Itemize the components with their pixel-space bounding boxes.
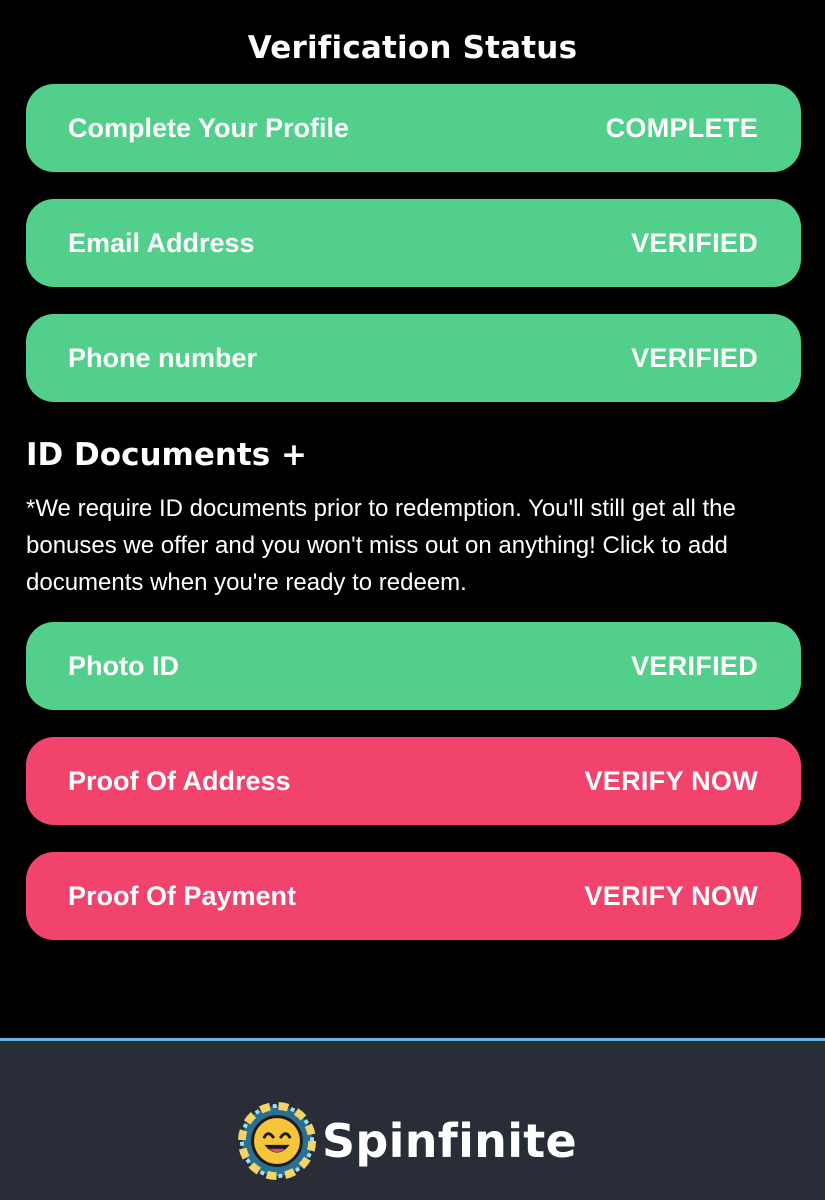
status-badge: VERIFIED	[631, 342, 758, 373]
proof-of-payment-row[interactable]: Proof Of Payment VERIFY NOW	[26, 852, 801, 940]
phone-number-row[interactable]: Phone number VERIFIED	[26, 314, 801, 402]
status-badge: VERIFIED	[631, 650, 758, 681]
proof-of-address-row[interactable]: Proof Of Address VERIFY NOW	[26, 737, 801, 825]
row-label: Complete Your Profile	[68, 112, 350, 143]
brand-name: Spinfinite	[322, 1114, 578, 1168]
row-label: Proof Of Payment	[68, 880, 297, 911]
brand-logo-link[interactable]: Spinfinite	[238, 1102, 578, 1180]
id-documents-heading[interactable]: ID Documents +	[26, 432, 307, 478]
footer: Spinfinite	[0, 1038, 825, 1200]
email-address-row[interactable]: Email Address VERIFIED	[26, 199, 801, 287]
status-badge: COMPLETE	[605, 112, 758, 143]
row-label: Phone number	[68, 342, 258, 373]
verify-now-button[interactable]: VERIFY NOW	[584, 766, 758, 797]
complete-profile-row[interactable]: Complete Your Profile COMPLETE	[26, 84, 801, 172]
spinfinite-chip-logo-icon	[238, 1102, 316, 1180]
id-documents-notice: *We require ID documents prior to redemp…	[26, 495, 736, 596]
row-label: Email Address	[68, 227, 255, 258]
verify-now-button[interactable]: VERIFY NOW	[584, 881, 758, 912]
status-badge: VERIFIED	[631, 227, 758, 258]
photo-id-row[interactable]: Photo ID VERIFIED	[26, 622, 801, 710]
row-label: Proof Of Address	[68, 765, 291, 796]
page-title: Verification Status	[247, 30, 578, 66]
row-label: Photo ID	[68, 650, 179, 681]
